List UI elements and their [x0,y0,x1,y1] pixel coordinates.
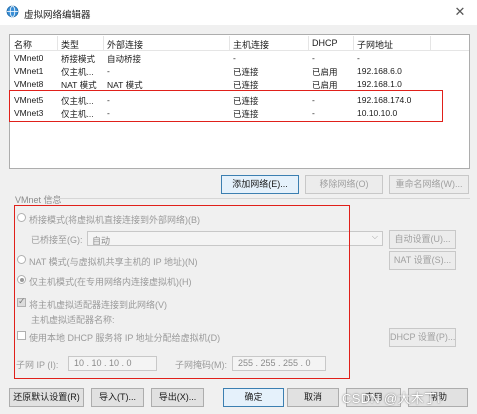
cell-name: VMnet0 [14,53,44,63]
column-divider [308,36,309,50]
column-divider [57,36,58,50]
column-divider [353,36,354,50]
window-title: 虚拟网络编辑器 [24,10,91,21]
table-row[interactable]: VMnet0 桥接模式 自动桥接 - - - [10,53,469,65]
auto-settings-button[interactable]: 自动设置(U)... [389,230,456,249]
cell-external: - [107,66,110,76]
cell-host: 已连接 [233,67,259,77]
group-divider [52,198,470,199]
column-divider [229,36,230,50]
cell-subnet: 192.168.6.0 [357,66,402,76]
column-divider [430,36,431,50]
cell-host: - [233,53,236,63]
cell-external: 自动桥接 [107,54,142,64]
cell-dhcp: 已启用 [312,67,338,77]
export-button[interactable]: 导出(X)... [151,388,204,407]
dhcp-settings-button[interactable]: DHCP 设置(P)... [389,328,456,347]
cell-name: VMnet1 [14,66,44,76]
restore-defaults-button[interactable]: 还原默认设置(R) [9,388,84,407]
annotation-rows-highlight [9,90,443,122]
add-network-button[interactable]: 添加网络(E)... [221,175,299,194]
column-divider [103,36,104,50]
table-row[interactable]: VMnet1 仅主机... - 已连接 已启用 192.168.6.0 [10,66,469,78]
cancel-button[interactable]: 取消 [287,388,339,407]
cell-subnet: 192.168.1.0 [357,79,402,89]
cell-subnet: - [357,53,360,63]
close-icon[interactable]: ✕ [450,2,470,22]
cell-name: VMnet8 [14,79,44,89]
column-header-host[interactable]: 主机连接 [233,38,269,51]
title-bar: 虚拟网络编辑器 ✕ [0,0,477,25]
network-globe-icon [6,5,19,18]
cell-type: 桥接模式 [61,54,96,64]
import-button[interactable]: 导入(T)... [91,388,144,407]
chevron-down-icon: ⌵ [371,232,378,241]
column-header-dhcp[interactable]: DHCP [312,38,338,48]
remove-network-button[interactable]: 移除网络(O) [305,175,383,194]
column-header-subnet[interactable]: 子网地址 [357,38,393,51]
nat-settings-button[interactable]: NAT 设置(S)... [389,251,456,270]
table-header: 名称 类型 外部连接 主机连接 DHCP 子网地址 [10,35,469,51]
watermark: CSDN @大木丁i [342,391,441,406]
ok-button[interactable]: 确定 [223,388,284,407]
annotation-info-highlight [14,205,350,379]
column-header-type[interactable]: 类型 [61,38,79,51]
column-header-external[interactable]: 外部连接 [107,38,143,51]
cell-dhcp: - [312,53,315,63]
column-header-name[interactable]: 名称 [14,38,32,51]
rename-network-button[interactable]: 重命名网络(W)... [389,175,469,194]
cell-type: 仅主机... [61,67,94,77]
